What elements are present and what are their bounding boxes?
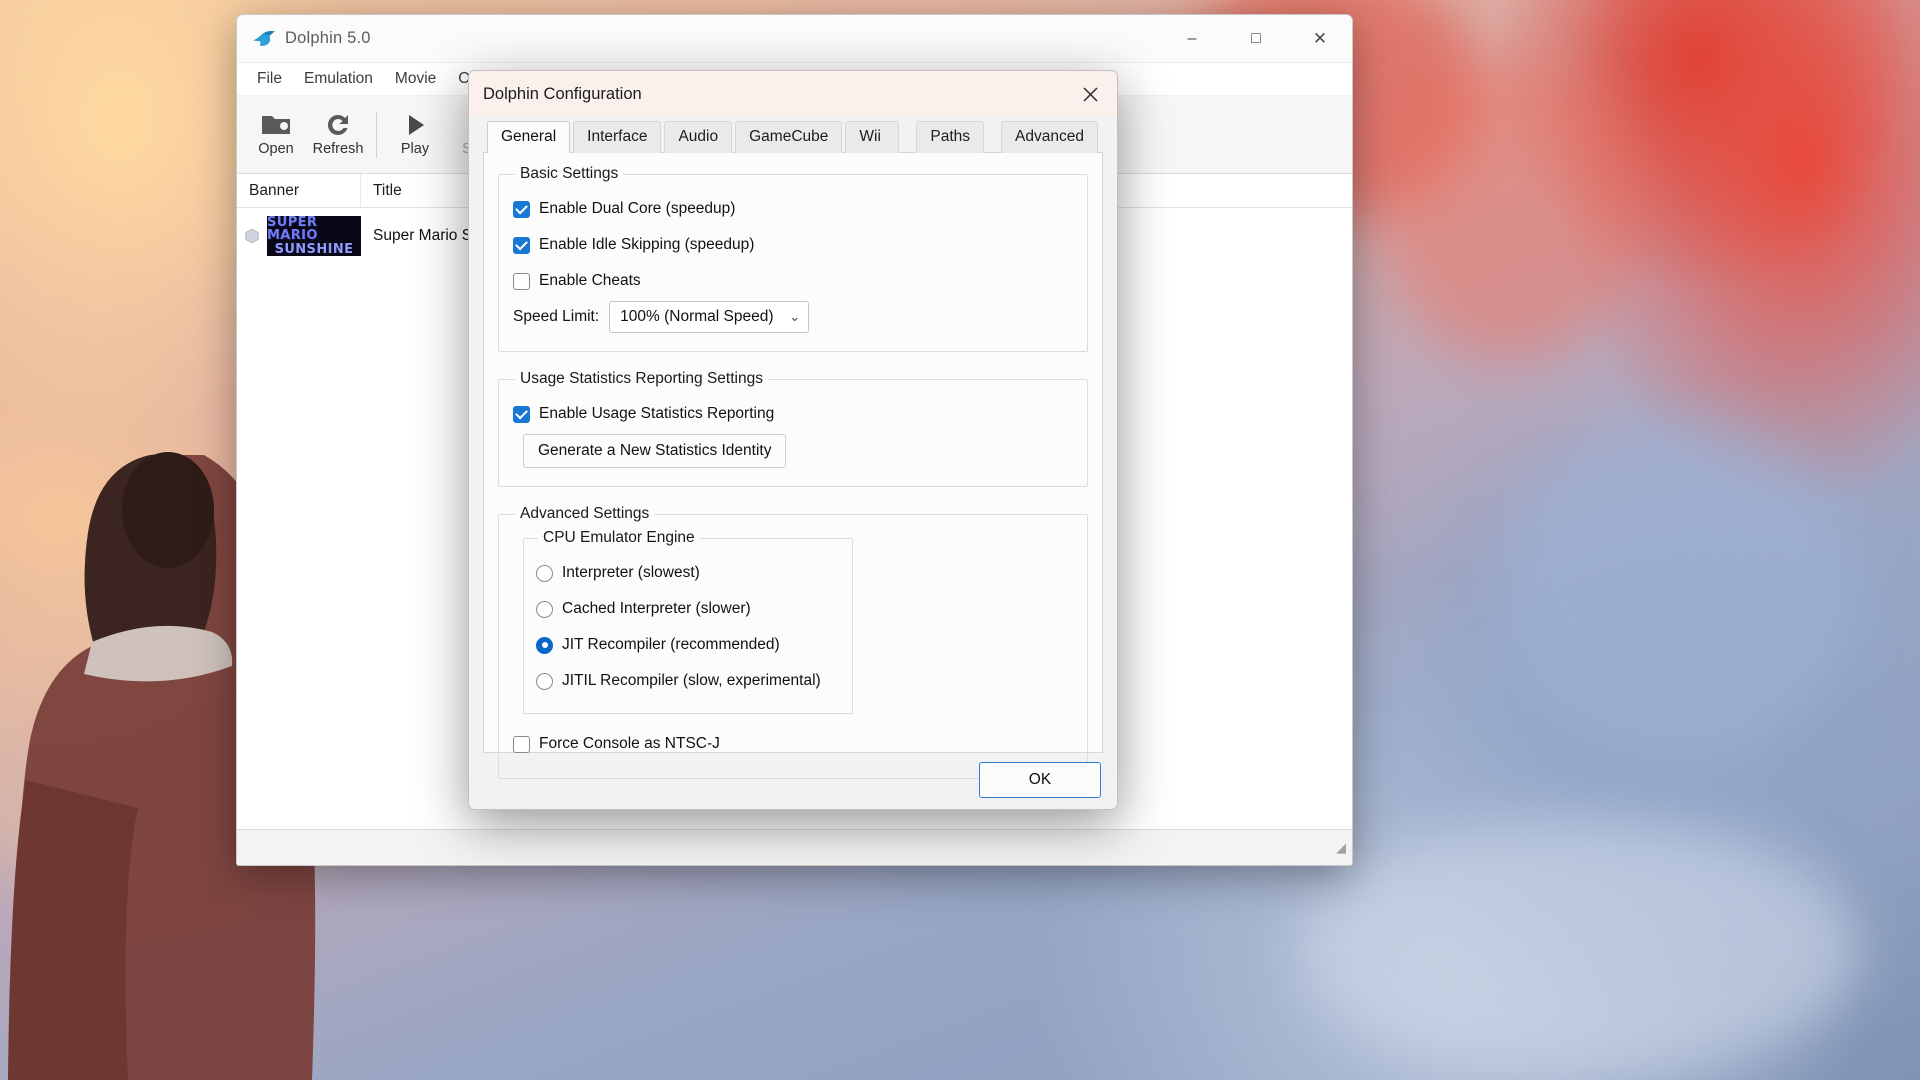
tab-gamecube[interactable]: GameCube: [735, 121, 842, 153]
enable-cheats-checkbox[interactable]: [513, 273, 530, 290]
gamecube-disc-icon: [243, 223, 261, 249]
group-usage-statistics-legend: Usage Statistics Reporting Settings: [515, 370, 768, 388]
jitil-recompiler-label: JITIL Recompiler (slow, experimental): [562, 672, 821, 690]
jit-recompiler-radio[interactable]: [536, 637, 553, 654]
generate-identity-row: Generate a New Statistics Identity: [513, 434, 1073, 468]
dolphin-icon: [251, 26, 277, 52]
toolbar-open-label: Open: [258, 141, 293, 157]
enable-cheats-label: Enable Cheats: [539, 272, 641, 290]
checkbox-row-enable-usage-statistics[interactable]: Enable Usage Statistics Reporting: [513, 398, 1073, 430]
enable-usage-statistics-checkbox[interactable]: [513, 406, 530, 423]
dialog-tabstrip: General Interface Audio GameCube Wii Pat…: [483, 117, 1103, 153]
main-window-title: Dolphin 5.0: [285, 29, 371, 48]
ok-button[interactable]: OK: [979, 762, 1101, 798]
enable-usage-statistics-label: Enable Usage Statistics Reporting: [539, 405, 774, 423]
cached-interpreter-label: Cached Interpreter (slower): [562, 600, 751, 618]
checkbox-row-enable-idle-skipping[interactable]: Enable Idle Skipping (speedup): [513, 229, 1073, 261]
folder-open-icon: [260, 112, 292, 138]
radio-row-jitil-recompiler[interactable]: JITIL Recompiler (slow, experimental): [536, 665, 840, 697]
toolbar-refresh-button[interactable]: Refresh: [307, 100, 369, 170]
generate-statistics-identity-button[interactable]: Generate a New Statistics Identity: [523, 434, 786, 468]
group-advanced-settings: Advanced Settings CPU Emulator Engine In…: [498, 505, 1088, 779]
jit-recompiler-label: JIT Recompiler (recommended): [562, 636, 780, 654]
speed-limit-row: Speed Limit: 100% (Normal Speed) ⌄: [513, 301, 1073, 333]
tab-panel-general: Basic Settings Enable Dual Core (speedup…: [483, 153, 1103, 753]
close-button[interactable]: ✕: [1288, 15, 1352, 63]
enable-dual-core-checkbox[interactable]: [513, 201, 530, 218]
tab-wii[interactable]: Wii: [845, 121, 899, 153]
tab-advanced[interactable]: Advanced: [1001, 121, 1098, 153]
group-cpu-emulator-engine: CPU Emulator Engine Interpreter (slowest…: [523, 529, 853, 714]
banner-line-2: SUNSHINE: [275, 243, 354, 256]
toolbar-play-label: Play: [401, 141, 429, 157]
dialog-title: Dolphin Configuration: [483, 85, 642, 104]
group-basic-settings: Basic Settings Enable Dual Core (speedup…: [498, 165, 1088, 352]
cached-interpreter-radio[interactable]: [536, 601, 553, 618]
enable-idle-skipping-checkbox[interactable]: [513, 237, 530, 254]
toolbar-separator: [376, 112, 377, 158]
wallpaper-blob: [1500, 420, 1860, 760]
dialog-titlebar: Dolphin Configuration: [469, 71, 1117, 117]
game-banner-image: SUPER MARIO SUNSHINE: [267, 216, 361, 256]
dialog-body: General Interface Audio GameCube Wii Pat…: [469, 117, 1117, 810]
play-icon: [399, 112, 431, 138]
interpreter-radio[interactable]: [536, 565, 553, 582]
minimize-button[interactable]: –: [1160, 15, 1224, 63]
enable-idle-skipping-label: Enable Idle Skipping (speedup): [539, 236, 754, 254]
main-titlebar: Dolphin 5.0 – □ ✕: [237, 15, 1352, 63]
main-statusbar: ◢: [237, 829, 1352, 865]
enable-dual-core-label: Enable Dual Core (speedup): [539, 200, 735, 218]
close-icon: [1083, 87, 1098, 102]
menu-item-movie[interactable]: Movie: [385, 66, 446, 92]
checkbox-row-enable-dual-core[interactable]: Enable Dual Core (speedup): [513, 193, 1073, 225]
wallpaper-blob: [1300, 820, 1860, 1080]
group-advanced-settings-legend: Advanced Settings: [515, 505, 654, 523]
group-basic-settings-legend: Basic Settings: [515, 165, 623, 183]
tab-general[interactable]: General: [487, 121, 570, 153]
resize-grip-icon[interactable]: ◢: [1336, 840, 1346, 856]
dialog-footer: OK: [469, 749, 1117, 810]
chevron-down-icon: ⌄: [777, 309, 800, 325]
column-header-banner[interactable]: Banner: [237, 174, 361, 208]
radio-row-interpreter[interactable]: Interpreter (slowest): [536, 557, 840, 589]
group-usage-statistics: Usage Statistics Reporting Settings Enab…: [498, 370, 1088, 487]
menu-item-file[interactable]: File: [247, 66, 292, 92]
group-cpu-emulator-engine-legend: CPU Emulator Engine: [538, 529, 700, 547]
refresh-icon: [322, 112, 354, 138]
speed-limit-value: 100% (Normal Speed): [620, 308, 773, 326]
toolbar-play-button[interactable]: Play: [384, 100, 446, 170]
interpreter-label: Interpreter (slowest): [562, 564, 700, 582]
maximize-button[interactable]: □: [1224, 15, 1288, 63]
banner-line-1: SUPER MARIO: [267, 216, 361, 242]
speed-limit-label: Speed Limit:: [513, 308, 599, 326]
tab-audio[interactable]: Audio: [664, 121, 732, 153]
radio-row-jit-recompiler[interactable]: JIT Recompiler (recommended): [536, 629, 840, 661]
menu-item-emulation[interactable]: Emulation: [294, 66, 383, 92]
tab-paths[interactable]: Paths: [916, 121, 984, 153]
checkbox-row-enable-cheats[interactable]: Enable Cheats: [513, 265, 1073, 297]
toolbar-refresh-label: Refresh: [313, 141, 364, 157]
toolbar-open-button[interactable]: Open: [245, 100, 307, 170]
dolphin-configuration-dialog: Dolphin Configuration General Interface …: [468, 70, 1118, 810]
wallpaper-blob: [1380, 60, 1640, 360]
window-controls: – □ ✕: [1160, 15, 1352, 63]
speed-limit-select[interactable]: 100% (Normal Speed) ⌄: [609, 301, 809, 333]
radio-row-cached-interpreter[interactable]: Cached Interpreter (slower): [536, 593, 840, 625]
jitil-recompiler-radio[interactable]: [536, 673, 553, 690]
tab-interface[interactable]: Interface: [573, 121, 661, 153]
dialog-close-button[interactable]: [1063, 71, 1117, 117]
